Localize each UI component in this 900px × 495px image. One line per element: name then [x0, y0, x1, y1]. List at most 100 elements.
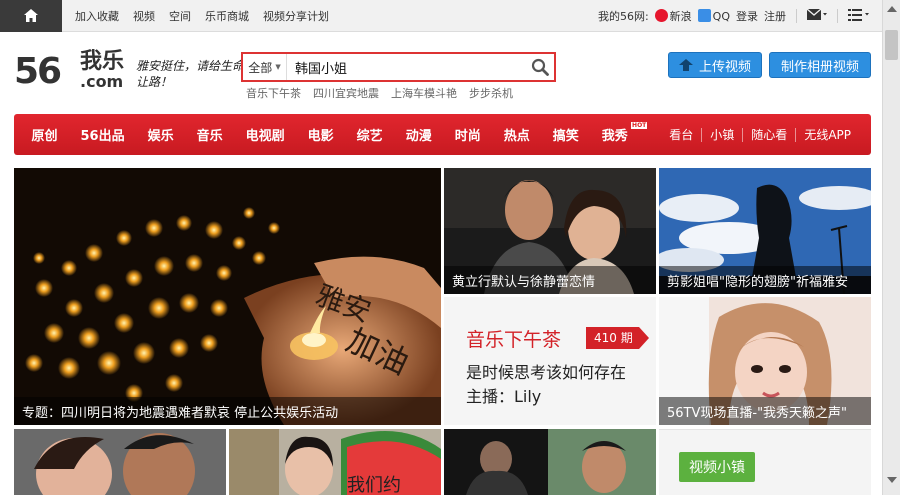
qq-login[interactable]: QQ — [697, 9, 730, 23]
nav-right-links: 看台 小镇 随心看 无线APP — [661, 114, 871, 155]
nav-item-fashion[interactable]: 时尚 — [443, 114, 492, 155]
top-link-share-plan[interactable]: 视频分享计划 — [263, 8, 329, 24]
hot-badge: HOT — [631, 122, 648, 129]
search-category-select[interactable]: 全部 ▼ — [243, 54, 287, 80]
nav-label: 原创 — [31, 129, 58, 144]
hotword-link[interactable]: 四川宜宾地震 — [313, 85, 379, 101]
sina-label: 新浪 — [669, 10, 692, 23]
qq-label: QQ — [712, 10, 730, 23]
nav-label: 56出品 — [80, 129, 125, 144]
hotword-link[interactable]: 步步杀机 — [469, 85, 513, 101]
video-town-panel: 视频小镇 — [659, 429, 871, 495]
logo-wole: 我乐 — [80, 49, 125, 74]
login-link[interactable]: 登录 — [736, 8, 758, 24]
top-right: 我的56网: 新浪 QQ 登录 注册 — [598, 0, 870, 32]
nav-link-xiaozhen[interactable]: 小镇 — [702, 127, 742, 143]
logo-mark: 56 我乐 .com — [14, 48, 132, 94]
register-link[interactable]: 注册 — [764, 8, 786, 24]
nav-item-movies[interactable]: 电影 — [296, 114, 345, 155]
search-box: 全部 ▼ — [241, 52, 556, 82]
top-bar: 加入收藏 视频 空间 乐币商城 视频分享计划 我的56网: 新浪 QQ 登录 注… — [0, 0, 882, 32]
candles-photo: 雅安 加油 — [14, 168, 441, 425]
video-tile-silhouette[interactable]: 剪影姐唱"隐形的翅膀"祈福雅安 — [659, 168, 871, 294]
top-links: 加入收藏 视频 空间 乐币商城 视频分享计划 — [75, 0, 329, 32]
video-tile-couple[interactable]: 黄立行默认与徐静蕾恋情 — [444, 168, 656, 294]
category-nav: 原创 56出品 娱乐 音乐 电视剧 电影 综艺 动漫 时尚 热点 搞笑 我秀 HO… — [14, 114, 871, 155]
mail-button[interactable] — [806, 8, 827, 24]
top-link-favorite[interactable]: 加入收藏 — [75, 8, 119, 24]
search-category-value: 全部 — [248, 60, 273, 75]
featured-main-tile[interactable]: 雅安 加油 专题：四川明日将为地震遇难者默哀 停止公共娱乐活动 — [14, 168, 441, 425]
scroll-up-arrow-icon[interactable] — [887, 6, 897, 12]
home-button[interactable] — [0, 0, 62, 32]
nav-label: 电影 — [307, 129, 334, 144]
sina-login[interactable]: 新浪 — [654, 8, 692, 24]
nav-label: 娱乐 — [147, 129, 174, 144]
logo-56: 56 — [14, 51, 62, 92]
nav-label: 综艺 — [356, 129, 383, 144]
scrollbar-thumb[interactable] — [885, 30, 898, 60]
home-icon — [24, 9, 38, 22]
make-album-label: 制作相册视频 — [780, 59, 859, 75]
logo-slogan: 雅安挺住，请给生命让路！ — [136, 59, 245, 89]
hotword-link[interactable]: 上海车模斗艳 — [391, 85, 457, 101]
divider — [796, 9, 797, 23]
search-input[interactable] — [287, 54, 526, 80]
nav-item-anime[interactable]: 动漫 — [394, 114, 443, 155]
nav-item-entertainment[interactable]: 娱乐 — [136, 114, 185, 155]
mail-icon — [806, 8, 827, 20]
promo-subtitle: 是时候思考该如何存在 — [466, 363, 627, 382]
nav-label: 时尚 — [454, 129, 481, 144]
nav-item-56-produced[interactable]: 56出品 — [69, 114, 136, 155]
top-link-space[interactable]: 空间 — [169, 8, 191, 24]
hot-search-words: 音乐下午茶 四川宜宾地震 上海车模斗艳 步步杀机 — [246, 85, 513, 101]
video-tile-live[interactable]: 56TV现场直播-"我秀天籁之声" — [659, 297, 871, 425]
video-caption: 56TV现场直播-"我秀天籁之声" — [659, 397, 871, 425]
nav-link-suixinkan[interactable]: 随心看 — [743, 127, 795, 143]
nav-item-variety[interactable]: 综艺 — [345, 114, 394, 155]
video-caption: 黄立行默认与徐静蕾恋情 — [444, 266, 656, 294]
my56-label: 我的56网: — [597, 10, 649, 23]
hotword-link[interactable]: 音乐下午茶 — [246, 85, 301, 101]
video-town-tag[interactable]: 视频小镇 — [679, 452, 755, 482]
logo-com: .com — [80, 72, 124, 91]
nav-item-funny[interactable]: 搞笑 — [541, 114, 590, 155]
search-button[interactable] — [526, 54, 554, 80]
video-tile-speaker[interactable] — [444, 429, 656, 495]
menu-button[interactable] — [848, 8, 870, 24]
header: 56 我乐 .com 雅安挺住，请给生命让路！ 全部 ▼ 音乐下午茶 四川宜宾地… — [0, 32, 882, 110]
promo-title: 音乐下午茶 — [466, 329, 562, 351]
upload-video-button[interactable]: 上传视频 — [668, 52, 762, 78]
nav-item-music[interactable]: 音乐 — [185, 114, 234, 155]
site-logo[interactable]: 56 我乐 .com 雅安挺住，请给生命让路！ — [14, 48, 244, 94]
scroll-down-arrow-icon[interactable] — [887, 477, 897, 483]
top-link-mall[interactable]: 乐币商城 — [205, 8, 249, 24]
nav-label: 电视剧 — [245, 129, 285, 144]
search-icon — [531, 58, 549, 76]
vertical-scrollbar[interactable] — [882, 0, 900, 495]
nav-label: 搞笑 — [552, 129, 579, 144]
nav-item-tv-series[interactable]: 电视剧 — [234, 114, 296, 155]
featured-main-caption: 专题：四川明日将为地震遇难者默哀 停止公共娱乐活动 — [14, 397, 441, 425]
promo-host: 主播：Lily — [466, 387, 542, 406]
weibo-icon — [654, 9, 668, 22]
top-link-video[interactable]: 视频 — [133, 8, 155, 24]
nav-item-woxiu[interactable]: 我秀 HOT — [590, 114, 648, 155]
video-tile-kiss[interactable] — [14, 429, 226, 495]
nav-item-original[interactable]: 原创 — [20, 114, 69, 155]
watermelon-photo: 我们约 — [229, 429, 441, 495]
upload-arrow-icon — [678, 59, 693, 71]
video-tile-watermelon[interactable]: 我们约 — [229, 429, 441, 495]
watermelon-text: 我们约 — [347, 475, 401, 495]
nav-item-hot[interactable]: 热点 — [492, 114, 541, 155]
make-album-video-button[interactable]: 制作相册视频 — [769, 52, 871, 78]
video-caption: 剪影姐唱"隐形的翅膀"祈福雅安 — [659, 266, 871, 294]
nav-link-kantai[interactable]: 看台 — [661, 127, 701, 143]
caret-down-icon: ▼ — [275, 63, 281, 71]
nav-label: 动漫 — [405, 129, 432, 144]
music-tea-promo[interactable]: 音乐下午茶 410 期 是时候思考该如何存在 主播：Lily — [444, 297, 656, 425]
nav-label: 热点 — [503, 129, 530, 144]
nav-categories: 原创 56出品 娱乐 音乐 电视剧 电影 综艺 动漫 时尚 热点 搞笑 我秀 HO… — [14, 114, 648, 155]
kiss-photo — [14, 429, 226, 495]
nav-link-wireless-app[interactable]: 无线APP — [796, 127, 859, 143]
